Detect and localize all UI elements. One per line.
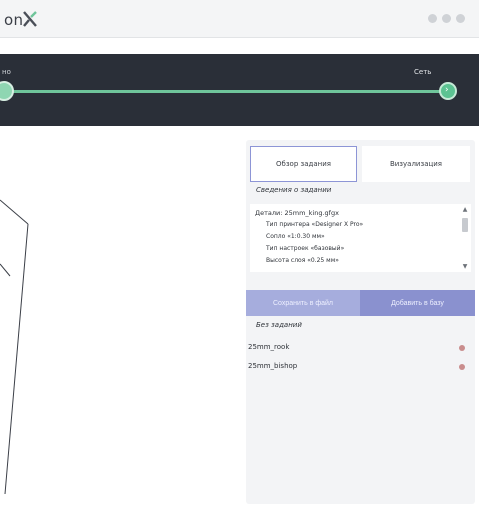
file-name: 25mm_rook — [248, 343, 290, 351]
app-logo-icon — [23, 11, 37, 27]
no-tasks-label: Без заданий — [256, 321, 302, 329]
details-header: Детали: 25mm_king.gfgx — [255, 209, 339, 217]
task-info-title: Сведения о задании — [256, 186, 332, 194]
tab-visualization[interactable]: Визуализация — [362, 146, 470, 182]
step-label-previous: но — [2, 68, 11, 76]
title-bar: on — [0, 0, 479, 38]
details-scrollbar[interactable]: ▲ ▼ — [461, 206, 469, 270]
task-panel: Обзор задания Визуализация Сведения о за… — [246, 140, 475, 504]
detail-nozzle: Сопло «1:0.30 мм» — [266, 233, 325, 240]
list-item[interactable]: 25mm_bishop — [248, 359, 469, 375]
step-node-network[interactable]: › — [439, 82, 457, 100]
model-wireframe — [0, 199, 29, 495]
remove-icon[interactable] — [459, 364, 465, 370]
task-details-box: Детали: 25mm_king.gfgx Тип принтера «Des… — [250, 204, 471, 272]
list-item[interactable]: 25mm_rook — [248, 340, 469, 356]
scroll-down-icon[interactable]: ▼ — [461, 263, 469, 270]
file-name: 25mm_bishop — [248, 362, 298, 370]
maximize-button[interactable] — [442, 14, 451, 23]
remove-icon[interactable] — [459, 345, 465, 351]
progress-track — [6, 90, 446, 93]
detail-settings-type: Тип настроек «базовый» — [266, 245, 345, 252]
scroll-thumb[interactable] — [462, 218, 468, 232]
close-button[interactable] — [456, 14, 465, 23]
step-label-network: Сеть — [414, 68, 432, 76]
scroll-up-icon[interactable]: ▲ — [461, 206, 469, 213]
chevron-right-icon: › — [445, 85, 449, 95]
window-controls — [428, 14, 465, 23]
detail-layer-height: Высота слоя «0.25 мм» — [266, 257, 339, 264]
step-node-previous[interactable] — [0, 81, 14, 101]
tab-task-overview[interactable]: Обзор задания — [250, 146, 357, 182]
save-to-file-button[interactable]: Сохранить в файл — [246, 290, 360, 316]
workflow-stepper: но Сеть › — [0, 54, 479, 126]
detail-printer-type: Тип принтера «Designer X Pro» — [266, 221, 364, 228]
minimize-button[interactable] — [428, 14, 437, 23]
add-to-database-button[interactable]: Добавить в базу — [360, 290, 475, 316]
